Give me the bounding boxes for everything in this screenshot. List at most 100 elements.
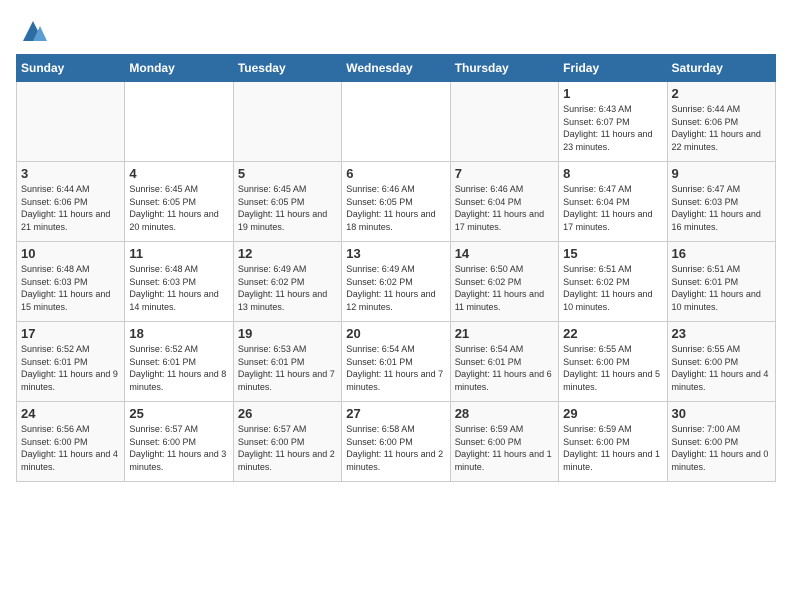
calendar-cell: 15Sunrise: 6:51 AM Sunset: 6:02 PM Dayli…	[559, 242, 667, 322]
calendar-cell: 19 Sunrise: 6:53 AM Sunset: 6:01 PM Dayli…	[233, 322, 341, 402]
calendar-cell: 6 Sunrise: 6:46 AM Sunset: 6:05 PM Daylig…	[342, 162, 450, 242]
day-number: 1	[563, 86, 662, 101]
col-header-wednesday: Wednesday	[342, 55, 450, 82]
col-header-thursday: Thursday	[450, 55, 558, 82]
day-number: 13	[346, 246, 445, 261]
col-header-friday: Friday	[559, 55, 667, 82]
calendar-cell: 13 Sunrise: 6:49 AM Sunset: 6:02 PM Dayli…	[342, 242, 450, 322]
day-info: Sunrise: 6:43 AM Sunset: 6:07 PM Dayligh…	[563, 103, 662, 153]
week-row-3: 10 Sunrise: 6:48 AM Sunset: 6:03 PM Dayli…	[17, 242, 776, 322]
day-number: 29	[563, 406, 662, 421]
day-number: 9	[672, 166, 771, 181]
day-number: 28	[455, 406, 554, 421]
day-info: Sunrise: 6:46 AM Sunset: 6:04 PM Dayligh…	[455, 183, 554, 233]
day-number: 18	[129, 326, 228, 341]
calendar-cell: 25 Sunrise: 6:57 AM Sunset: 6:00 PM Dayli…	[125, 402, 233, 482]
calendar-cell: 17 Sunrise: 6:52 AM Sunset: 6:01 PM Dayli…	[17, 322, 125, 402]
day-number: 23	[672, 326, 771, 341]
day-number: 7	[455, 166, 554, 181]
day-info: Sunrise: 6:54 AM Sunset: 6:01 PM Dayligh…	[455, 343, 554, 393]
calendar-cell: 12 Sunrise: 6:49 AM Sunset: 6:02 PM Dayli…	[233, 242, 341, 322]
logo-icon	[18, 16, 48, 46]
calendar-cell: 7 Sunrise: 6:46 AM Sunset: 6:04 PM Daylig…	[450, 162, 558, 242]
calendar-cell: 30 Sunrise: 7:00 AM Sunset: 6:00 PM Dayli…	[667, 402, 775, 482]
day-number: 10	[21, 246, 120, 261]
day-number: 6	[346, 166, 445, 181]
calendar-cell	[342, 82, 450, 162]
day-number: 11	[129, 246, 228, 261]
day-number: 25	[129, 406, 228, 421]
day-info: Sunrise: 6:48 AM Sunset: 6:03 PM Dayligh…	[21, 263, 120, 313]
calendar-cell: 27Sunrise: 6:58 AM Sunset: 6:00 PM Dayli…	[342, 402, 450, 482]
day-number: 30	[672, 406, 771, 421]
day-info: Sunrise: 6:45 AM Sunset: 6:05 PM Dayligh…	[129, 183, 228, 233]
day-info: Sunrise: 6:49 AM Sunset: 6:02 PM Dayligh…	[238, 263, 337, 313]
day-number: 27	[346, 406, 445, 421]
day-info: Sunrise: 6:55 AM Sunset: 6:00 PM Dayligh…	[563, 343, 662, 393]
col-header-tuesday: Tuesday	[233, 55, 341, 82]
calendar-cell: 28 Sunrise: 6:59 AM Sunset: 6:00 PM Dayli…	[450, 402, 558, 482]
day-number: 12	[238, 246, 337, 261]
calendar-cell: 22 Sunrise: 6:55 AM Sunset: 6:00 PM Dayli…	[559, 322, 667, 402]
day-info: Sunrise: 6:47 AM Sunset: 6:04 PM Dayligh…	[563, 183, 662, 233]
day-number: 2	[672, 86, 771, 101]
calendar-cell: 20 Sunrise: 6:54 AM Sunset: 6:01 PM Dayli…	[342, 322, 450, 402]
day-info: Sunrise: 6:49 AM Sunset: 6:02 PM Dayligh…	[346, 263, 445, 313]
day-info: Sunrise: 6:59 AM Sunset: 6:00 PM Dayligh…	[455, 423, 554, 473]
day-info: Sunrise: 6:48 AM Sunset: 6:03 PM Dayligh…	[129, 263, 228, 313]
calendar-cell: 10 Sunrise: 6:48 AM Sunset: 6:03 PM Dayli…	[17, 242, 125, 322]
day-info: Sunrise: 6:54 AM Sunset: 6:01 PM Dayligh…	[346, 343, 445, 393]
day-number: 16	[672, 246, 771, 261]
calendar-cell	[233, 82, 341, 162]
logo	[16, 16, 48, 46]
day-info: Sunrise: 6:47 AM Sunset: 6:03 PM Dayligh…	[672, 183, 771, 233]
day-number: 21	[455, 326, 554, 341]
calendar-cell: 9 Sunrise: 6:47 AM Sunset: 6:03 PM Daylig…	[667, 162, 775, 242]
calendar-cell: 29 Sunrise: 6:59 AM Sunset: 6:00 PM Dayli…	[559, 402, 667, 482]
calendar-cell: 3Sunrise: 6:44 AM Sunset: 6:06 PM Daylig…	[17, 162, 125, 242]
week-row-4: 17 Sunrise: 6:52 AM Sunset: 6:01 PM Dayli…	[17, 322, 776, 402]
calendar-cell: 11 Sunrise: 6:48 AM Sunset: 6:03 PM Dayli…	[125, 242, 233, 322]
week-row-5: 24 Sunrise: 6:56 AM Sunset: 6:00 PM Dayli…	[17, 402, 776, 482]
calendar-cell	[125, 82, 233, 162]
day-number: 3	[21, 166, 120, 181]
calendar-cell: 4 Sunrise: 6:45 AM Sunset: 6:05 PM Daylig…	[125, 162, 233, 242]
calendar-cell	[17, 82, 125, 162]
day-info: Sunrise: 6:59 AM Sunset: 6:00 PM Dayligh…	[563, 423, 662, 473]
calendar-table: SundayMondayTuesdayWednesdayThursdayFrid…	[16, 54, 776, 482]
day-number: 19	[238, 326, 337, 341]
calendar-cell	[450, 82, 558, 162]
day-info: Sunrise: 6:55 AM Sunset: 6:00 PM Dayligh…	[672, 343, 771, 393]
day-info: Sunrise: 6:44 AM Sunset: 6:06 PM Dayligh…	[672, 103, 771, 153]
day-info: Sunrise: 6:56 AM Sunset: 6:00 PM Dayligh…	[21, 423, 120, 473]
day-number: 17	[21, 326, 120, 341]
calendar-cell: 18 Sunrise: 6:52 AM Sunset: 6:01 PM Dayli…	[125, 322, 233, 402]
calendar-cell: 2 Sunrise: 6:44 AM Sunset: 6:06 PM Daylig…	[667, 82, 775, 162]
day-info: Sunrise: 7:00 AM Sunset: 6:00 PM Dayligh…	[672, 423, 771, 473]
col-header-sunday: Sunday	[17, 55, 125, 82]
calendar-cell: 23 Sunrise: 6:55 AM Sunset: 6:00 PM Dayli…	[667, 322, 775, 402]
day-info: Sunrise: 6:46 AM Sunset: 6:05 PM Dayligh…	[346, 183, 445, 233]
day-number: 14	[455, 246, 554, 261]
day-info: Sunrise: 6:53 AM Sunset: 6:01 PM Dayligh…	[238, 343, 337, 393]
day-info: Sunrise: 6:52 AM Sunset: 6:01 PM Dayligh…	[21, 343, 120, 393]
day-number: 26	[238, 406, 337, 421]
day-info: Sunrise: 6:45 AM Sunset: 6:05 PM Dayligh…	[238, 183, 337, 233]
day-number: 5	[238, 166, 337, 181]
calendar-cell: 24 Sunrise: 6:56 AM Sunset: 6:00 PM Dayli…	[17, 402, 125, 482]
day-number: 22	[563, 326, 662, 341]
day-number: 24	[21, 406, 120, 421]
day-info: Sunrise: 6:51 AM Sunset: 6:01 PM Dayligh…	[672, 263, 771, 313]
day-info: Sunrise: 6:57 AM Sunset: 6:00 PM Dayligh…	[129, 423, 228, 473]
day-number: 4	[129, 166, 228, 181]
calendar-cell: 5 Sunrise: 6:45 AM Sunset: 6:05 PM Daylig…	[233, 162, 341, 242]
day-info: Sunrise: 6:50 AM Sunset: 6:02 PM Dayligh…	[455, 263, 554, 313]
day-number: 20	[346, 326, 445, 341]
day-number: 15	[563, 246, 662, 261]
week-row-1: 1 Sunrise: 6:43 AM Sunset: 6:07 PM Daylig…	[17, 82, 776, 162]
calendar-cell: 8 Sunrise: 6:47 AM Sunset: 6:04 PM Daylig…	[559, 162, 667, 242]
day-info: Sunrise: 6:52 AM Sunset: 6:01 PM Dayligh…	[129, 343, 228, 393]
page-header	[16, 16, 776, 46]
day-number: 8	[563, 166, 662, 181]
col-header-monday: Monday	[125, 55, 233, 82]
